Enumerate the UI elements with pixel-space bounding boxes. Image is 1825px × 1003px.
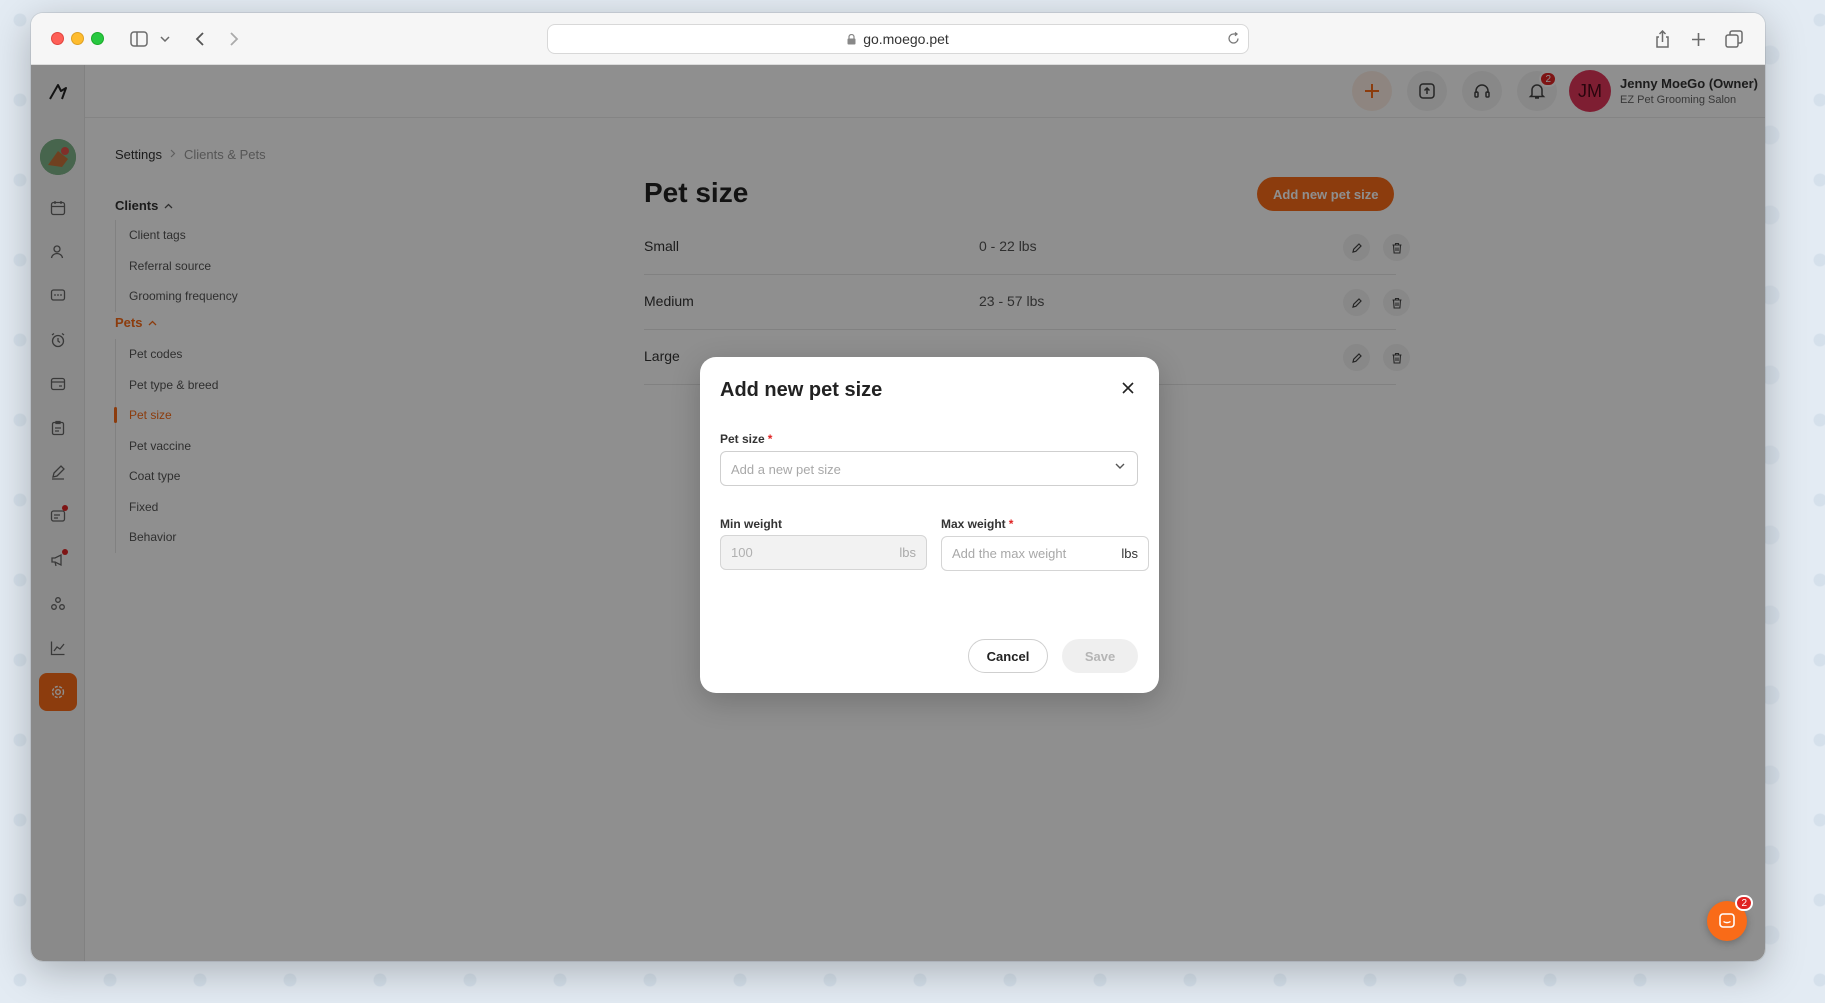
min-weight-unit: lbs (899, 545, 916, 560)
pet-size-select[interactable]: Add a new pet size (720, 451, 1138, 486)
lock-icon (847, 33, 856, 45)
max-weight-input[interactable]: Add the max weight lbs (941, 536, 1149, 571)
address-bar[interactable]: go.moego.pet (547, 24, 1249, 54)
reload-icon[interactable] (1227, 32, 1240, 45)
tab-overview-icon[interactable] (1723, 25, 1745, 53)
chevron-down-icon[interactable] (158, 25, 172, 53)
chevron-down-icon (1115, 463, 1125, 469)
pet-size-placeholder: Add a new pet size (731, 462, 841, 477)
required-mark: * (767, 432, 773, 446)
pet-size-label: Pet size * (720, 432, 772, 446)
max-weight-placeholder: Add the max weight (952, 546, 1067, 561)
add-pet-size-dialog: Add new pet size Pet size * Add a new pet… (700, 357, 1159, 693)
sidebar-toggle-icon[interactable] (127, 25, 151, 53)
max-weight-unit: lbs (1121, 546, 1138, 561)
max-weight-label: Max weight * (941, 517, 1013, 531)
browser-toolbar: go.moego.pet (31, 13, 1765, 65)
field-label-text: Max weight (941, 517, 1006, 531)
min-weight-label: Min weight (720, 517, 782, 531)
min-weight-value: 100 (731, 545, 753, 560)
browser-window: go.moego.pet 2 JM Jenny MoeGo (Owner) EZ… (31, 13, 1765, 961)
url-text: go.moego.pet (863, 31, 949, 47)
new-tab-icon[interactable] (1687, 25, 1709, 53)
maximize-window-button[interactable] (91, 32, 104, 45)
chat-icon (1719, 913, 1735, 928)
min-weight-input: 100 lbs (720, 535, 927, 570)
field-label-text: Pet size (720, 432, 765, 446)
minimize-window-button[interactable] (71, 32, 84, 45)
dialog-title: Add new pet size (720, 379, 883, 401)
close-window-button[interactable] (51, 32, 64, 45)
save-button[interactable]: Save (1062, 639, 1138, 673)
close-icon[interactable] (1117, 377, 1139, 399)
back-icon[interactable] (190, 25, 210, 53)
share-icon[interactable] (1651, 25, 1673, 53)
chat-badge: 2 (1735, 895, 1753, 911)
required-mark: * (1008, 517, 1014, 531)
chat-launcher-button[interactable]: 2 (1707, 895, 1753, 941)
cancel-button[interactable]: Cancel (968, 639, 1048, 673)
forward-icon[interactable] (224, 25, 244, 53)
